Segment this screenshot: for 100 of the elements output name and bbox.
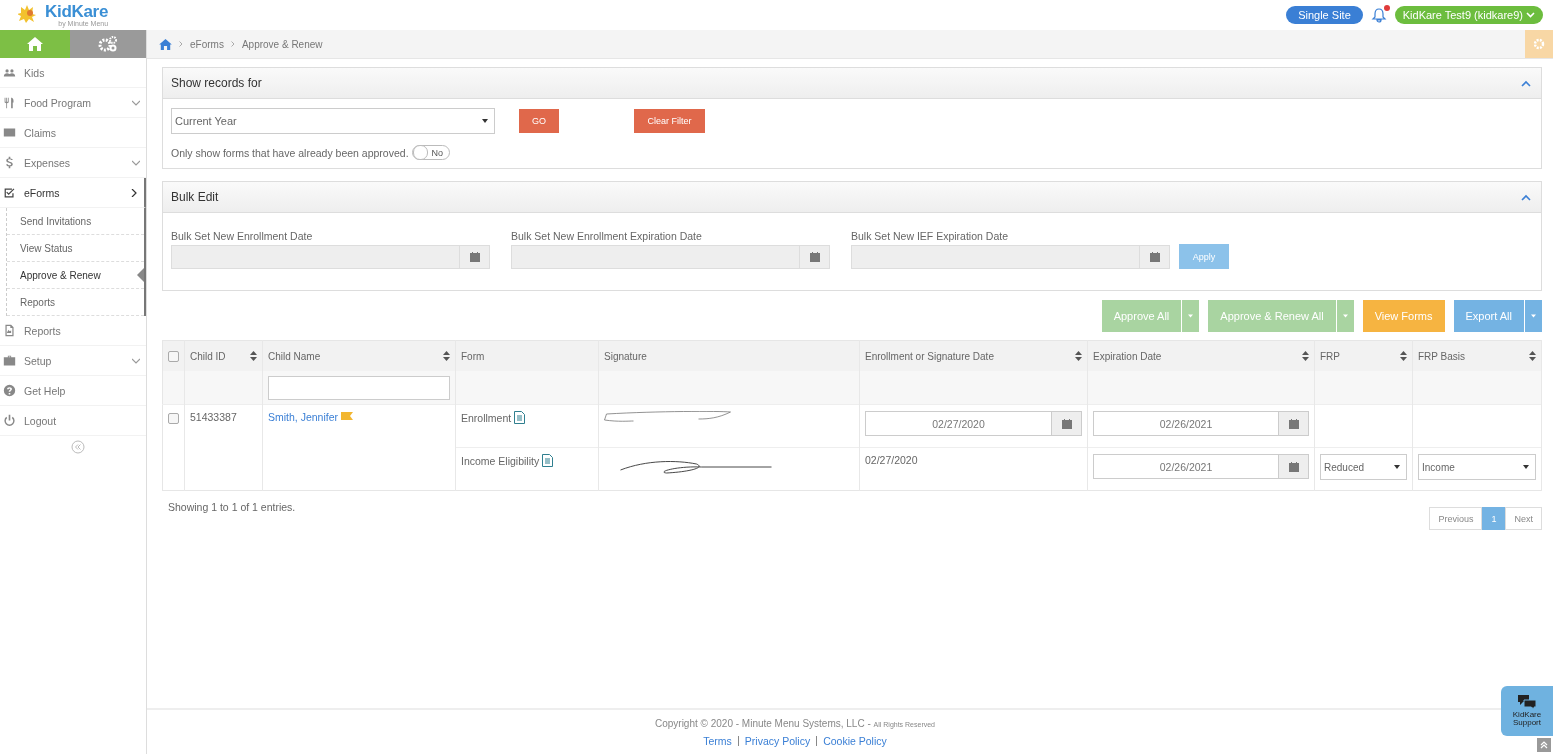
date-field[interactable]: 02/27/2020 [865,411,1052,436]
name-filter-field[interactable] [268,375,450,400]
column-header[interactable]: Child Name [268,350,321,362]
frp-basis-select[interactable]: Income [1418,454,1536,480]
caret-icon [1531,314,1536,318]
home-button[interactable] [0,30,70,58]
sidebar-subitem[interactable]: Approve & Renew [7,262,144,289]
form-name: Income Eligibility [461,454,540,467]
sidebar-subitem[interactable]: Send Invitations [7,208,144,235]
settings-button[interactable] [70,30,146,58]
sidebar-item[interactable]: Logout [0,406,146,436]
chevron-down-icon [132,356,140,365]
chevron-down-icon [132,158,140,167]
power-icon [3,414,16,427]
copyright-text: Copyright © 2020 - Minute Menu Systems, LLC - [654,717,871,729]
period-select[interactable]: Current Year [171,108,495,134]
field-label: Bulk Set New IEF Expiration Date [851,230,1009,242]
sort-icon[interactable] [1075,351,1082,361]
caret-icon [1188,314,1194,318]
column-header: Signature [604,350,647,362]
breadcrumb-item: Approve & Renew [241,38,323,50]
panel-title: Bulk Edit [171,190,219,204]
column-header[interactable]: FRP [1320,350,1340,362]
calendar-button[interactable] [1140,245,1170,269]
sidebar-item[interactable]: Kids [0,58,146,88]
checkbox-icon [3,186,16,199]
document-icon[interactable] [542,454,554,467]
chevron-down-icon [1526,12,1535,18]
previous-button[interactable]: Previous [1429,507,1483,530]
sidebar-subitem[interactable]: Reports [7,289,144,316]
sidebar-item[interactable]: Get Help [0,376,146,406]
field-label: Bulk Set New Enrollment Date [171,230,314,242]
calendar-button[interactable] [1279,411,1309,436]
calendar-button[interactable] [800,245,830,269]
sidebar-item[interactable]: Expenses [0,148,146,178]
sidebar-item[interactable]: eForms [0,178,146,208]
utensils-icon [3,96,16,109]
field-label: Bulk Set New Enrollment Expiration Date [511,230,703,242]
next-button[interactable]: Next [1505,507,1542,530]
sort-icon[interactable] [1529,351,1536,361]
chevron-right-icon [230,41,235,47]
sort-icon[interactable] [1400,351,1407,361]
site-button[interactable]: Single Site [1286,6,1363,24]
child-name-link[interactable]: Smith, Jennifer [268,411,339,423]
sidebar-item[interactable]: Setup [0,346,146,376]
date-field[interactable]: 02/26/2021 [1093,454,1279,479]
column-header[interactable]: FRP Basis [1418,350,1466,362]
select-all-checkbox[interactable] [168,350,179,362]
clear-filter-button[interactable]: Clear Filter [634,109,705,133]
calendar-icon [808,251,821,263]
sidebar-item[interactable]: Reports [0,316,146,346]
sort-icon[interactable] [250,351,257,361]
home-icon[interactable] [159,38,172,50]
date-field[interactable] [171,245,460,269]
dollar-icon [3,156,16,169]
caret-icon [1342,314,1348,318]
chat-icon [1518,694,1536,709]
footer-link[interactable]: Cookie Policy [823,734,887,747]
chevron-right-icon [179,41,183,47]
collapse-icon[interactable] [1521,193,1531,201]
calendar-button[interactable] [1052,411,1082,436]
go-button[interactable]: GO [519,109,559,133]
collapse-icon[interactable] [1521,79,1531,87]
document-icon[interactable] [514,411,526,424]
calendar-icon [1060,417,1073,430]
column-header[interactable]: Child ID [190,350,226,362]
approved-only-toggle[interactable]: No [411,145,451,160]
sidebar-subitem[interactable]: View Status [7,235,144,262]
panel-title: Show records for [171,76,262,90]
sort-icon[interactable] [1302,351,1309,361]
child-id: 51433387 [190,411,237,423]
date-field[interactable] [851,245,1140,269]
sidebar-item[interactable]: Food Program [0,88,146,118]
column-header[interactable]: Expiration Date [1093,350,1162,362]
scroll-top-button[interactable] [1537,738,1551,752]
calendar-button[interactable] [460,245,490,269]
gears-icon [98,36,118,52]
calendar-icon [1287,417,1300,430]
calendar-icon [1148,251,1161,263]
home-icon [27,37,43,51]
bell-icon[interactable] [1370,7,1387,23]
enrollment-date: 02/27/2020 [865,454,918,466]
chevron-right-icon [130,188,138,197]
form-name: Enrollment [461,411,512,424]
sort-icon[interactable] [443,351,450,361]
frp-select[interactable]: Reduced [1320,454,1407,480]
support-button[interactable]: KidKare Support [1501,686,1553,736]
date-field[interactable]: 02/26/2021 [1093,411,1279,436]
footer-link[interactable]: Privacy Policy [744,734,811,747]
sidebar-item[interactable]: Claims [0,118,146,148]
people-icon [3,66,16,79]
footer-link[interactable]: Terms [703,734,732,747]
calendar-icon [1287,460,1300,473]
calendar-button[interactable] [1279,454,1309,479]
date-field[interactable] [511,245,800,269]
calendar-icon [468,251,481,263]
breadcrumb-item[interactable]: eForms [190,38,224,50]
card-icon [3,126,16,139]
settings-icon [1533,38,1545,50]
row-checkbox[interactable] [168,412,179,424]
